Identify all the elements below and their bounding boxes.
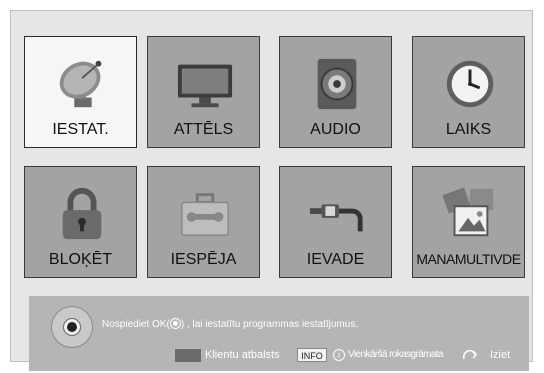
- exit-button[interactable]: Iziet: [490, 349, 510, 361]
- menu-tile-label: IEVADE: [306, 251, 365, 268]
- padlock-icon: [62, 187, 102, 240]
- ok-hint-text: Nospiediet OK( ) , lai iestatītu programm…: [102, 318, 358, 330]
- menu-tile-label: ATTĒLS: [173, 121, 234, 138]
- menu-tile-label: IESPĒJA: [170, 251, 237, 268]
- toolbox-icon: [181, 193, 229, 236]
- hint-prefix: Nospiediet OK(: [102, 319, 170, 330]
- menu-tile-blocket[interactable]: BLOĶĒT: [24, 166, 137, 278]
- ok-navigation-icon: [51, 306, 93, 348]
- menu-tile-audio[interactable]: AUDIO: [279, 36, 392, 148]
- menu-tile-label: LAIKS: [445, 121, 492, 138]
- menu-tile-label: AUDIO: [310, 121, 361, 138]
- simple-manual-link[interactable]: Vienkāršā rokasgrāmata: [348, 349, 444, 360]
- menu-tile-label: IESTAT.: [52, 121, 109, 138]
- menu-tile-label: BLOĶĒT: [48, 251, 113, 268]
- color-key-icon: [175, 349, 201, 362]
- menu-tile-iestat[interactable]: IESTAT.: [24, 36, 137, 148]
- menu-tile-ievade[interactable]: IEVADE: [279, 166, 392, 278]
- tv-screen-icon: [177, 64, 233, 108]
- ok-button-icon: [169, 318, 181, 329]
- menu-tile-laiks[interactable]: LAIKS: [412, 36, 525, 148]
- info-icon: i: [333, 349, 345, 361]
- satellite-dish-icon: [59, 60, 102, 108]
- menu-tile-manamultivde[interactable]: MANAMULTIVDE: [412, 166, 525, 278]
- menu-tile-iespeja[interactable]: IESPĒJA: [147, 166, 260, 278]
- photos-icon: [442, 187, 494, 237]
- menu-tile-attels[interactable]: ATTĒLS: [147, 36, 260, 148]
- clock-icon: [446, 60, 494, 108]
- cable-plug-icon: [309, 204, 363, 232]
- hint-suffix: ) , lai iestatītu programmas iestatījumu…: [180, 319, 359, 330]
- customer-support-link[interactable]: Klientu atbalsts: [205, 349, 280, 361]
- info-key-badge[interactable]: INFO: [297, 348, 327, 362]
- speaker-icon: [317, 58, 357, 110]
- back-arrow-icon: [462, 349, 478, 360]
- menu-tile-label: MANAMULTIVDE: [416, 251, 521, 267]
